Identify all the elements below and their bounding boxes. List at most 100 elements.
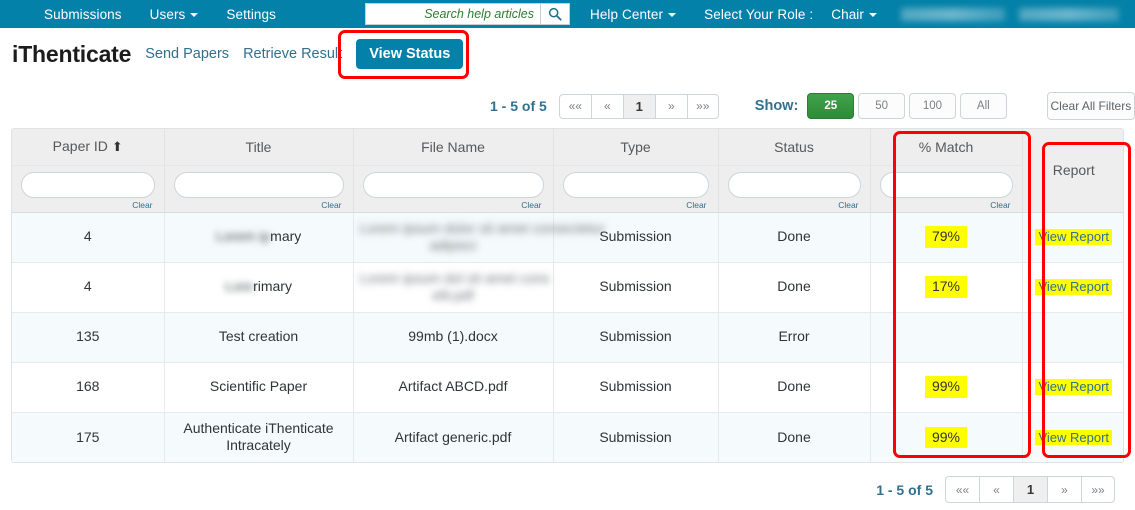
table-row: 4 Lorem ipmary Lorem ipsum dolor sit ame…: [12, 212, 1124, 262]
filter-cell-type: Clear: [553, 165, 718, 212]
redacted-user-name: [901, 8, 1005, 21]
pagination-page-1-button-bottom[interactable]: 1: [1013, 476, 1047, 503]
top-navigation-bar: Submissions Users Settings Help Center S…: [0, 0, 1135, 28]
filter-input-status[interactable]: [728, 172, 861, 198]
cell-status: Done: [718, 362, 870, 412]
table-row: 175 Authenticate iThenticate Intracately…: [12, 412, 1124, 462]
cell-paper-id: 168: [12, 362, 164, 412]
redacted-file-name-line-1: Lorem ipsum dolor sit amet consectetur: [360, 220, 605, 238]
filter-clear-type[interactable]: Clear: [563, 200, 709, 210]
nav-item-users[interactable]: Users: [136, 7, 213, 22]
pagination-next-button-bottom[interactable]: »: [1047, 476, 1081, 503]
table-filter-row: Clear Clear Clear Clear Clear: [12, 165, 1124, 212]
cell-title: Test creation: [164, 312, 353, 362]
sort-up-arrow-icon: ⬆: [112, 139, 123, 154]
filter-cell-title: Clear: [164, 165, 353, 212]
column-header-paper-id[interactable]: Paper ID ⬆: [12, 129, 164, 165]
nav-item-submissions-label: Submissions: [44, 7, 122, 22]
cell-paper-id: 4: [12, 212, 164, 262]
filter-clear-status[interactable]: Clear: [728, 200, 861, 210]
filter-input-paper-id[interactable]: [21, 172, 155, 198]
cell-type: Submission: [553, 362, 718, 412]
cell-status: Done: [718, 412, 870, 462]
header-link-send-papers[interactable]: Send Papers: [145, 46, 229, 62]
nav-item-submissions[interactable]: Submissions: [30, 7, 136, 22]
show-25-button[interactable]: 25: [807, 93, 854, 119]
result-count-top: 1 - 5 of 5: [490, 98, 547, 114]
pagination-first-button[interactable]: ««: [559, 94, 591, 119]
column-header-status[interactable]: Status: [718, 129, 870, 165]
pagination-last-button-bottom[interactable]: »»: [1081, 476, 1115, 503]
tab-view-status[interactable]: View Status: [356, 39, 463, 69]
pagination-prev-button[interactable]: «: [591, 94, 623, 119]
column-header-file-name[interactable]: File Name: [353, 129, 553, 165]
cell-percent-match: 99%: [870, 362, 1022, 412]
pagination-prev-button-bottom[interactable]: «: [979, 476, 1013, 503]
cell-file-name: 99mb (1).docx: [353, 312, 553, 362]
pagination-first-button-bottom[interactable]: ««: [945, 476, 979, 503]
view-report-link[interactable]: View Report: [1035, 279, 1112, 294]
cell-file-name: Lorem ipsum dol sit amet cons elit.pdf: [353, 262, 553, 312]
cell-type: Submission: [553, 312, 718, 362]
pagination-top: «« « 1 » »»: [559, 94, 719, 119]
show-all-button[interactable]: All: [960, 93, 1007, 119]
redacted-file-name-line-2: elit.pdf: [432, 287, 473, 305]
show-50-button[interactable]: 50: [858, 93, 905, 119]
cell-status: Done: [718, 212, 870, 262]
nav-item-help-center[interactable]: Help Center: [576, 7, 690, 22]
cell-title: Authenticate iThenticate Intracately: [164, 412, 353, 462]
help-search-group: [365, 3, 570, 25]
top-nav-right-group: Help Center Select Your Role : Chair: [365, 0, 1135, 28]
percent-match-value: 99%: [925, 427, 967, 449]
redacted-file-name-line-1: Lorem ipsum dol sit amet cons: [360, 270, 550, 288]
filter-input-type[interactable]: [563, 172, 709, 198]
filter-clear-paper-id[interactable]: Clear: [21, 200, 155, 210]
column-header-title[interactable]: Title: [164, 129, 353, 165]
filter-input-percent-match[interactable]: [880, 172, 1013, 198]
filter-clear-title[interactable]: Clear: [174, 200, 344, 210]
search-button[interactable]: [540, 3, 570, 25]
table-header-row: Paper ID ⬆ Title File Name Type Status % …: [12, 129, 1124, 165]
cell-paper-id: 135: [12, 312, 164, 362]
cell-title: Scientific Paper: [164, 362, 353, 412]
chevron-down-icon: [668, 13, 676, 17]
cell-percent-match: [870, 312, 1022, 362]
submissions-table: Paper ID ⬆ Title File Name Type Status % …: [12, 129, 1124, 462]
column-header-paper-id-label: Paper ID: [53, 138, 108, 154]
filter-clear-file-name[interactable]: Clear: [363, 200, 544, 210]
pagination-page-1-button[interactable]: 1: [623, 94, 655, 119]
percent-match-value: 99%: [925, 376, 967, 398]
column-header-percent-match[interactable]: % Match: [870, 129, 1022, 165]
pagination-last-button[interactable]: »»: [687, 94, 719, 119]
show-label: Show:: [755, 98, 799, 114]
cell-report: View Report: [1022, 362, 1124, 412]
view-report-link[interactable]: View Report: [1035, 430, 1112, 445]
show-100-button[interactable]: 100: [909, 93, 956, 119]
result-count-bottom: 1 - 5 of 5: [876, 482, 933, 498]
cell-type: Submission: [553, 412, 718, 462]
percent-match-value: 17%: [925, 276, 967, 298]
column-header-type[interactable]: Type: [553, 129, 718, 165]
cell-title: Lorerimary: [164, 262, 353, 312]
role-selector[interactable]: Chair: [817, 7, 891, 22]
select-your-role-label-wrap: Select Your Role :: [690, 7, 817, 22]
nav-item-settings[interactable]: Settings: [212, 7, 290, 22]
filter-input-file-name[interactable]: [363, 172, 544, 198]
cell-file-name: Lorem ipsum dolor sit amet consectetur a…: [353, 212, 553, 262]
pagination-bottom-group: 1 - 5 of 5 «« « 1 » »»: [0, 476, 1135, 503]
header-link-retrieve-result[interactable]: Retrieve Result: [243, 46, 342, 62]
filter-clear-percent-match[interactable]: Clear: [880, 200, 1013, 210]
clear-all-filters-button[interactable]: Clear All Filters: [1047, 92, 1135, 120]
submissions-table-container: Paper ID ⬆ Title File Name Type Status % …: [11, 128, 1124, 463]
pagination-next-button[interactable]: »: [655, 94, 687, 119]
cell-file-name: Artifact ABCD.pdf: [353, 362, 553, 412]
view-report-link[interactable]: View Report: [1035, 379, 1112, 394]
cell-status: Error: [718, 312, 870, 362]
filter-input-title[interactable]: [174, 172, 344, 198]
percent-match-value: 79%: [925, 226, 967, 248]
view-report-link[interactable]: View Report: [1035, 229, 1112, 244]
search-input[interactable]: [365, 3, 540, 25]
cell-status: Done: [718, 262, 870, 312]
redacted-account-name: [1019, 8, 1119, 21]
column-header-report: Report: [1022, 129, 1124, 212]
